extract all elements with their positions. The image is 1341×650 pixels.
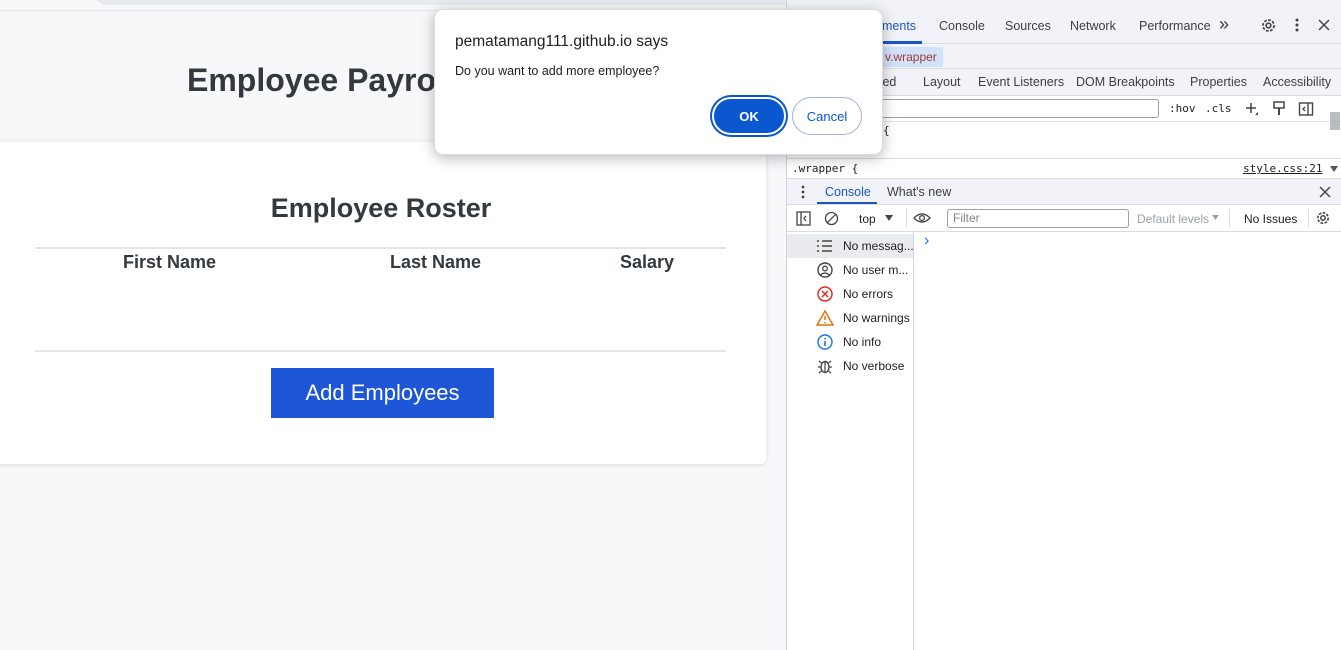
dialog-title: pematamang111.github.io says xyxy=(455,33,669,50)
sidebar-item-verbose[interactable]: No verbose xyxy=(787,354,913,378)
toggle-sidebar-icon[interactable] xyxy=(1298,101,1314,117)
sidebar-item-label: No errors xyxy=(843,287,894,301)
settings-icon[interactable] xyxy=(1260,17,1277,34)
wrapper-rule-row: .wrapper { style.css:21 xyxy=(787,158,1341,178)
toolbar-divider xyxy=(906,209,907,227)
toolbar-divider xyxy=(1229,209,1230,227)
sidebar-item-label: No user m... xyxy=(843,263,909,277)
context-selector[interactable]: top xyxy=(859,212,876,226)
sidebar-item-errors[interactable]: No errors xyxy=(787,282,913,306)
sidebar-item-label: No messag... xyxy=(843,239,914,253)
sidebar-item-label: No verbose xyxy=(843,359,905,373)
paint-brush-icon[interactable] xyxy=(1272,101,1286,117)
error-icon xyxy=(817,286,833,302)
drawer-tabbar: Console What's new xyxy=(787,178,1341,205)
sidebar-item-info[interactable]: No info xyxy=(787,330,913,354)
tab-performance[interactable]: Performance xyxy=(1139,19,1211,33)
styles-scrollbar[interactable] xyxy=(1328,98,1340,158)
new-rule-icon[interactable] xyxy=(1244,101,1260,117)
more-tabs-icon[interactable]: » xyxy=(1219,14,1229,35)
log-levels-dropdown[interactable]: Default levels xyxy=(1137,212,1209,226)
sidebar-item-messages[interactable]: No messag... xyxy=(787,234,914,258)
roster-title: Employee Roster xyxy=(270,193,492,223)
dialog-message: Do you want to add more employee? xyxy=(455,64,660,78)
class-toggle[interactable]: .cls xyxy=(1205,102,1232,115)
drawer-menu-icon[interactable] xyxy=(801,185,805,199)
subtab-dom-breakpoints[interactable]: DOM Breakpoints xyxy=(1076,75,1175,89)
column-last-name: Last Name xyxy=(390,252,482,272)
live-expression-eye-icon[interactable] xyxy=(913,212,931,224)
user-icon xyxy=(817,262,833,278)
console-prompt-icon[interactable]: › xyxy=(924,232,929,250)
tab-elements[interactable]: ments xyxy=(882,19,916,33)
add-employees-button[interactable]: Add Employees xyxy=(271,368,494,418)
close-drawer-icon[interactable] xyxy=(1319,186,1331,198)
styles-filter-input[interactable] xyxy=(879,99,1159,118)
sidebar-item-label: No warnings xyxy=(843,311,910,325)
issues-counter[interactable]: No Issues xyxy=(1244,212,1297,226)
warning-icon xyxy=(816,310,834,326)
breadcrumb-node[interactable]: v.wrapper xyxy=(879,47,943,67)
tab-network[interactable]: Network xyxy=(1070,19,1116,33)
column-salary: Salary xyxy=(620,252,675,272)
subtab-event-listeners[interactable]: Event Listeners xyxy=(978,75,1064,89)
console-filter-input[interactable]: Filter xyxy=(947,209,1129,228)
drawer-tab-console[interactable]: Console xyxy=(825,185,871,199)
page-title: Employee Payroll xyxy=(187,62,454,98)
ok-button[interactable]: OK xyxy=(712,97,786,135)
close-devtools-icon[interactable] xyxy=(1317,18,1331,32)
show-sidebar-icon[interactable] xyxy=(796,211,811,226)
sidebar-item-user-messages[interactable]: No user m... xyxy=(787,258,913,282)
sidebar-item-warnings[interactable]: No warnings xyxy=(787,306,913,330)
clear-console-icon[interactable] xyxy=(824,211,839,226)
sidebar-item-label: No info xyxy=(843,335,882,349)
info-icon xyxy=(817,334,833,350)
subtab-layout[interactable]: Layout xyxy=(923,75,961,89)
more-options-icon[interactable] xyxy=(1293,17,1301,33)
console-toolbar: top Filter Default levels No Issues xyxy=(787,205,1341,232)
subtab-accessibility[interactable]: Accessibility xyxy=(1263,75,1331,89)
context-dropdown-icon[interactable] xyxy=(885,215,893,221)
subtab-properties[interactable]: Properties xyxy=(1190,75,1247,89)
toolbar-divider xyxy=(1308,209,1309,227)
bug-icon xyxy=(818,360,832,374)
column-first-name: First Name xyxy=(123,252,217,272)
rule-source-link[interactable]: style.css:21 xyxy=(1243,162,1322,175)
tab-console[interactable]: Console xyxy=(939,19,985,33)
console-sidebar: No messag... No user m... No errors No w… xyxy=(787,232,914,650)
drawer-active-indicator xyxy=(817,202,877,204)
list-icon xyxy=(817,240,832,252)
table-bottom-rule xyxy=(35,350,726,352)
drawer-tab-whats-new[interactable]: What's new xyxy=(887,185,951,199)
console-settings-icon[interactable] xyxy=(1315,210,1331,226)
tab-sources[interactable]: Sources xyxy=(1005,19,1051,33)
rule-selector: .wrapper { xyxy=(792,162,859,175)
rule-brace: { xyxy=(883,124,890,137)
table-top-rule xyxy=(35,247,726,249)
cancel-button[interactable]: Cancel xyxy=(792,97,862,135)
scroll-down-icon[interactable] xyxy=(1330,166,1338,172)
levels-dropdown-icon[interactable] xyxy=(1212,215,1219,220)
hover-state-toggle[interactable]: :hov xyxy=(1169,102,1196,115)
confirm-dialog: pematamang111.github.io says Do you want… xyxy=(434,9,883,155)
scrollbar-thumb[interactable] xyxy=(1330,112,1340,130)
